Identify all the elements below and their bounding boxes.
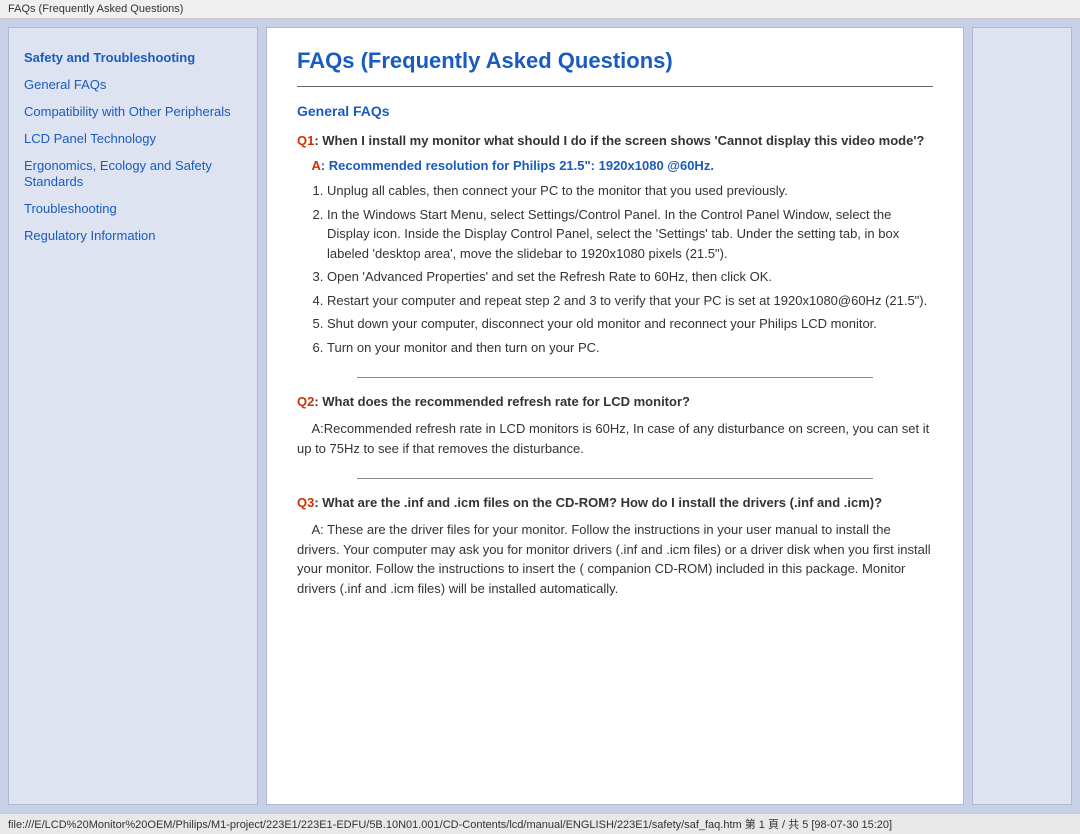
question-1: Q1: When I install my monitor what shoul… — [297, 133, 933, 148]
q3-label: Q3 — [297, 495, 314, 510]
status-bar: file:///E/LCD%20Monitor%20OEM/Philips/M1… — [0, 813, 1080, 834]
list-item: Restart your computer and repeat step 2 … — [327, 291, 933, 311]
answer-3-text: A: These are the driver files for your m… — [297, 520, 933, 598]
a2-body: :Recommended refresh rate in LCD monitor… — [297, 421, 929, 456]
list-item: Shut down your computer, disconnect your… — [327, 314, 933, 334]
q1-label: Q1 — [297, 133, 314, 148]
a1-label: A — [311, 158, 320, 173]
inner-divider-1 — [357, 377, 873, 378]
list-item: Open 'Advanced Properties' and set the R… — [327, 267, 933, 287]
qa-block-2: Q2: What does the recommended refresh ra… — [297, 394, 933, 458]
a2-label: A — [311, 421, 320, 436]
sidebar-item-lcd-panel[interactable]: LCD Panel Technology — [24, 131, 242, 148]
qa-block-1: Q1: When I install my monitor what shoul… — [297, 133, 933, 357]
section-heading: General FAQs — [297, 103, 933, 119]
sidebar-item-regulatory[interactable]: Regulatory Information — [24, 228, 242, 245]
title-bar-text: FAQs (Frequently Asked Questions) — [8, 3, 183, 15]
list-item: In the Windows Start Menu, select Settin… — [327, 205, 933, 264]
list-item: Unplug all cables, then connect your PC … — [327, 181, 933, 201]
qa-block-3: Q3: What are the .inf and .icm files on … — [297, 495, 933, 598]
a3-label: A — [311, 522, 320, 537]
sidebar-item-general-faqs[interactable]: General FAQs — [24, 77, 242, 94]
q3-text: : What are the .inf and .icm files on th… — [314, 495, 882, 510]
q1-text: : When I install my monitor what should … — [314, 133, 924, 148]
title-divider — [297, 86, 933, 87]
sidebar: Safety and Troubleshooting General FAQs Co… — [9, 40, 257, 265]
status-bar-text: file:///E/LCD%20Monitor%20OEM/Philips/M1… — [8, 819, 892, 831]
answer-1-list: Unplug all cables, then connect your PC … — [327, 181, 933, 357]
a1-heading-text: : Recommended resolution for Philips 21.… — [321, 158, 714, 173]
inner-divider-2 — [357, 478, 873, 479]
q2-label: Q2 — [297, 394, 314, 409]
sidebar-item-safety[interactable]: Safety and Troubleshooting — [24, 50, 242, 67]
question-3: Q3: What are the .inf and .icm files on … — [297, 495, 933, 510]
question-2: Q2: What does the recommended refresh ra… — [297, 394, 933, 409]
right-panel — [972, 27, 1072, 805]
sidebar-item-troubleshooting[interactable]: Troubleshooting — [24, 201, 242, 218]
q2-text: : What does the recommended refresh rate… — [314, 394, 690, 409]
sidebar-item-ergonomics[interactable]: Ergonomics, Ecology and Safety Standards — [24, 158, 242, 192]
a3-body: : These are the driver files for your mo… — [297, 522, 931, 596]
answer-1-heading: A: Recommended resolution for Philips 21… — [297, 158, 933, 173]
list-item: Turn on your monitor and then turn on yo… — [327, 338, 933, 358]
sidebar-item-compatibility[interactable]: Compatibility with Other Peripherals — [24, 104, 242, 121]
title-bar: FAQs (Frequently Asked Questions) — [0, 0, 1080, 19]
answer-2-text: A:Recommended refresh rate in LCD monito… — [297, 419, 933, 458]
content-area: FAQs (Frequently Asked Questions) Genera… — [266, 27, 964, 805]
page-title: FAQs (Frequently Asked Questions) — [297, 48, 933, 74]
left-panel: Safety and Troubleshooting General FAQs Co… — [8, 27, 258, 805]
